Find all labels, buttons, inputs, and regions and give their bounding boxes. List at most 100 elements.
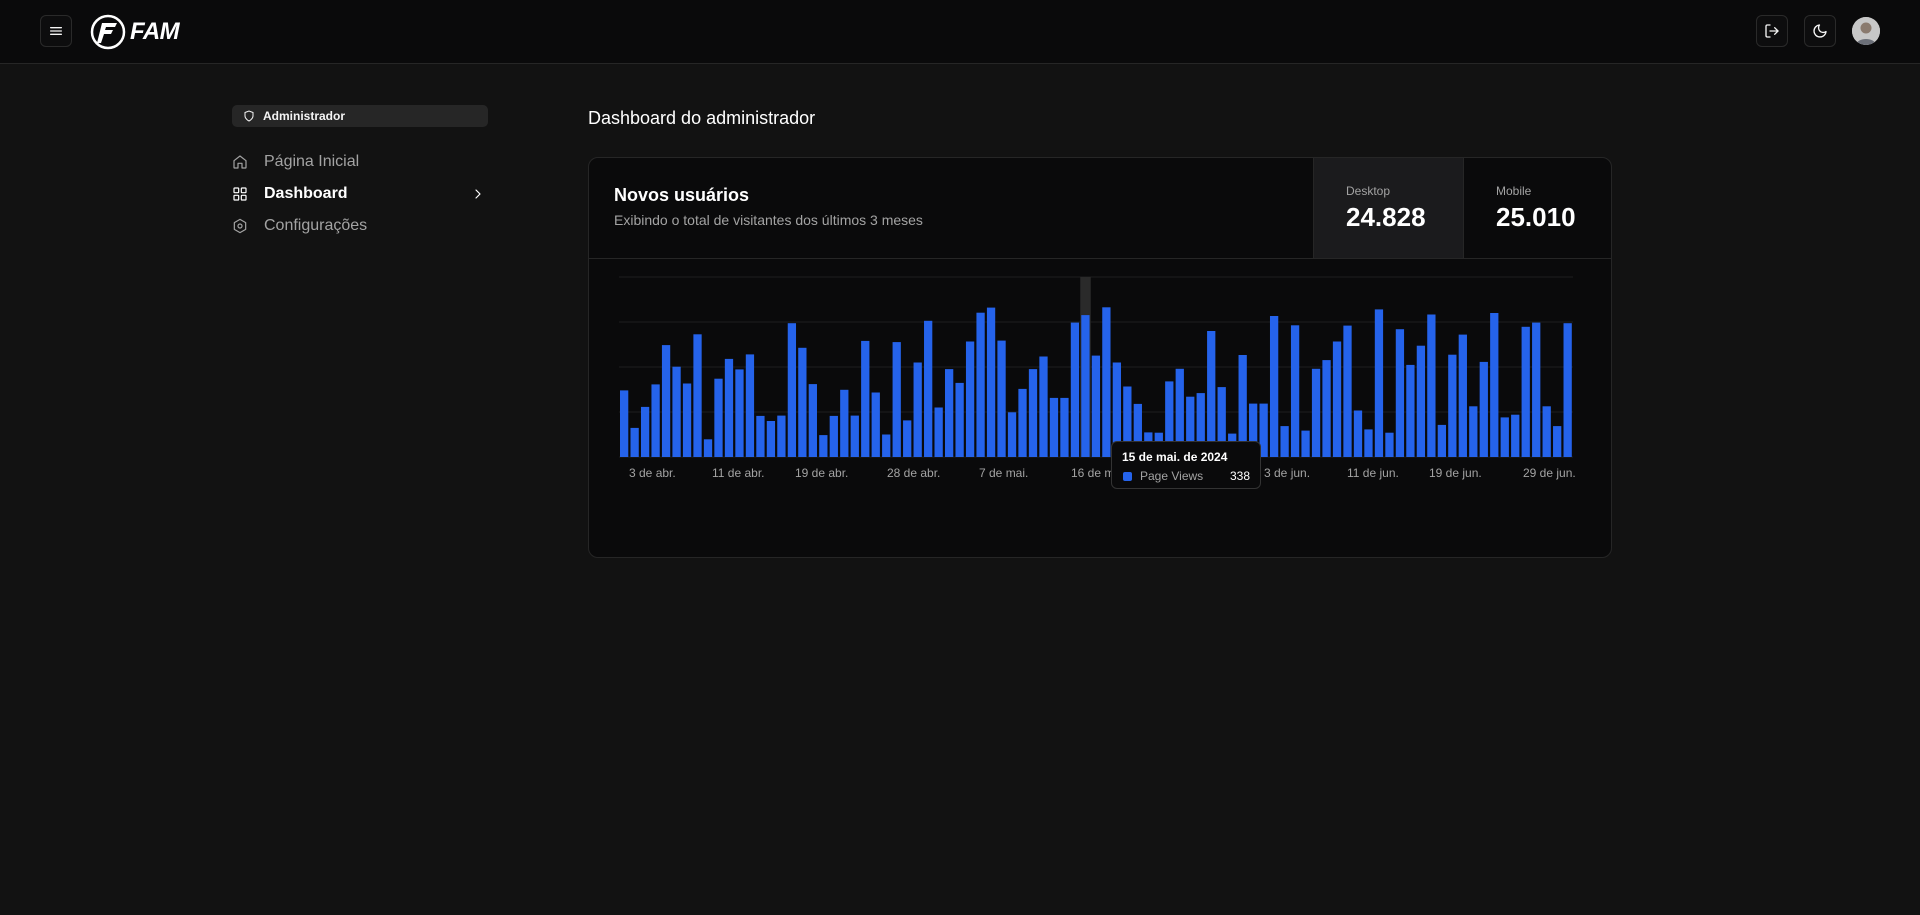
chart-bar[interactable] (735, 369, 744, 457)
chart-bar[interactable] (1511, 414, 1520, 457)
chart-bar[interactable] (724, 358, 734, 457)
chart-bar[interactable] (620, 390, 629, 457)
chart-bar[interactable] (1553, 426, 1562, 457)
sidebar-item-home[interactable]: Página Inicial (232, 150, 488, 174)
chart-bar[interactable] (997, 340, 1006, 457)
chart-bar[interactable] (1322, 360, 1331, 457)
chart-bar[interactable] (1469, 406, 1478, 457)
chart-bar[interactable] (1427, 314, 1436, 458)
sidebar-item-settings[interactable]: Configurações (232, 214, 488, 238)
chart-bar[interactable] (976, 312, 985, 457)
tooltip-swatch (1123, 472, 1132, 481)
bar-chart[interactable]: 3 de abr. 11 de abr. 19 de abr. 28 de abr. 7… (589, 259, 1611, 557)
chart-bar[interactable] (892, 342, 901, 457)
chart-bar[interactable] (766, 421, 776, 457)
chart-bar[interactable] (1301, 430, 1310, 457)
chart-bar[interactable] (1049, 397, 1059, 457)
chart-bar[interactable] (661, 345, 671, 457)
chart-bar[interactable] (1532, 322, 1541, 457)
logout-icon (1765, 24, 1779, 38)
chart-bar[interactable] (850, 415, 859, 457)
chart-bar[interactable] (808, 384, 817, 457)
chart-bar[interactable] (703, 439, 713, 457)
theme-toggle-button[interactable] (1804, 15, 1836, 47)
chart-bar[interactable] (745, 354, 755, 457)
chart-bar[interactable] (1028, 369, 1038, 457)
chart-bar[interactable] (1070, 322, 1080, 457)
chart-bar[interactable] (1343, 325, 1352, 457)
chart-bar[interactable] (1364, 429, 1373, 457)
chart-bar[interactable] (1091, 355, 1101, 457)
stat-label: Mobile (1496, 184, 1532, 198)
chart-bar[interactable] (1385, 432, 1394, 457)
chart-bar[interactable] (1542, 406, 1551, 457)
sidebar-item-dashboard[interactable]: Dashboard (232, 182, 488, 206)
chart-bar[interactable] (924, 320, 933, 457)
chart-bar[interactable] (651, 384, 660, 457)
chart-bar[interactable] (965, 341, 975, 458)
chart-bar[interactable] (787, 323, 797, 457)
chart-bar[interactable] (913, 362, 922, 458)
stat-mobile[interactable]: Mobile 25.010 (1463, 158, 1611, 258)
chart-bar[interactable] (1563, 323, 1572, 457)
role-badge-label: Administrador (263, 109, 346, 123)
chart-bar[interactable] (1458, 334, 1467, 457)
chart-bar[interactable] (1395, 329, 1405, 457)
chart-bar[interactable] (777, 415, 786, 457)
chart-bar[interactable] (1437, 424, 1446, 457)
chart-bar[interactable] (1353, 410, 1363, 458)
tooltip-date: 15 de mai. de 2024 (1122, 450, 1228, 464)
chart-bar[interactable] (1479, 361, 1488, 457)
x-tick-label: 28 de abr. (887, 466, 940, 480)
chart-bar[interactable] (829, 415, 838, 457)
avatar[interactable] (1852, 17, 1880, 45)
chart-bar[interactable] (944, 369, 954, 457)
chart-bar[interactable] (672, 366, 681, 457)
logo[interactable]: FAM (90, 14, 180, 50)
chart-bar[interactable] (1007, 412, 1017, 457)
chart-bar[interactable] (1521, 326, 1530, 457)
chart-bar[interactable] (756, 415, 765, 457)
chart-bar[interactable] (640, 406, 650, 457)
chart-bar[interactable] (1500, 417, 1509, 457)
chart-bar[interactable] (1448, 354, 1457, 457)
chart-bar[interactable] (1311, 368, 1321, 457)
stat-value: 25.010 (1496, 202, 1576, 232)
logout-button[interactable] (1756, 15, 1788, 47)
card-header: Novos usuários Exibindo o total de visit… (589, 158, 1611, 259)
chart-bar[interactable] (861, 340, 870, 457)
chart-bar[interactable] (1018, 388, 1027, 457)
chart-bar[interactable] (1039, 356, 1048, 458)
menu-button[interactable] (40, 15, 72, 47)
chart-bar[interactable] (693, 334, 702, 457)
chart-bar[interactable] (955, 382, 964, 457)
page-title: Dashboard do administrador (588, 108, 816, 128)
chart-bar[interactable] (1416, 345, 1426, 457)
chart-bar[interactable] (630, 427, 639, 457)
chart-bar[interactable] (682, 383, 692, 458)
chart-bar[interactable] (1332, 341, 1342, 458)
chart-bar[interactable] (714, 378, 723, 457)
chart-bar[interactable] (1374, 309, 1384, 457)
chart-bar[interactable] (903, 420, 912, 457)
chart-bar[interactable] (871, 392, 880, 458)
chart-bar[interactable] (1269, 316, 1279, 457)
x-tick-label: 3 de abr. (629, 466, 676, 480)
chart-bar[interactable] (1102, 307, 1111, 457)
chart-bar[interactable] (1280, 426, 1289, 457)
chart-bar[interactable] (986, 307, 996, 457)
chart-bar[interactable] (840, 389, 849, 457)
chart-bar[interactable] (1060, 397, 1069, 457)
chart-bar[interactable] (1081, 315, 1090, 457)
chart-bar[interactable] (798, 347, 807, 457)
chart-bar[interactable] (1490, 313, 1499, 457)
top-bar: FAM (0, 0, 1920, 64)
chart-bar[interactable] (1207, 331, 1216, 457)
chart-bar[interactable] (934, 407, 943, 458)
shield-icon (244, 110, 254, 122)
chart-bar[interactable] (882, 434, 891, 458)
chart-bar[interactable] (1406, 364, 1415, 457)
stat-desktop[interactable]: Desktop 24.828 (1313, 158, 1463, 258)
chart-bar[interactable] (1290, 325, 1300, 457)
chart-bar[interactable] (819, 435, 828, 457)
